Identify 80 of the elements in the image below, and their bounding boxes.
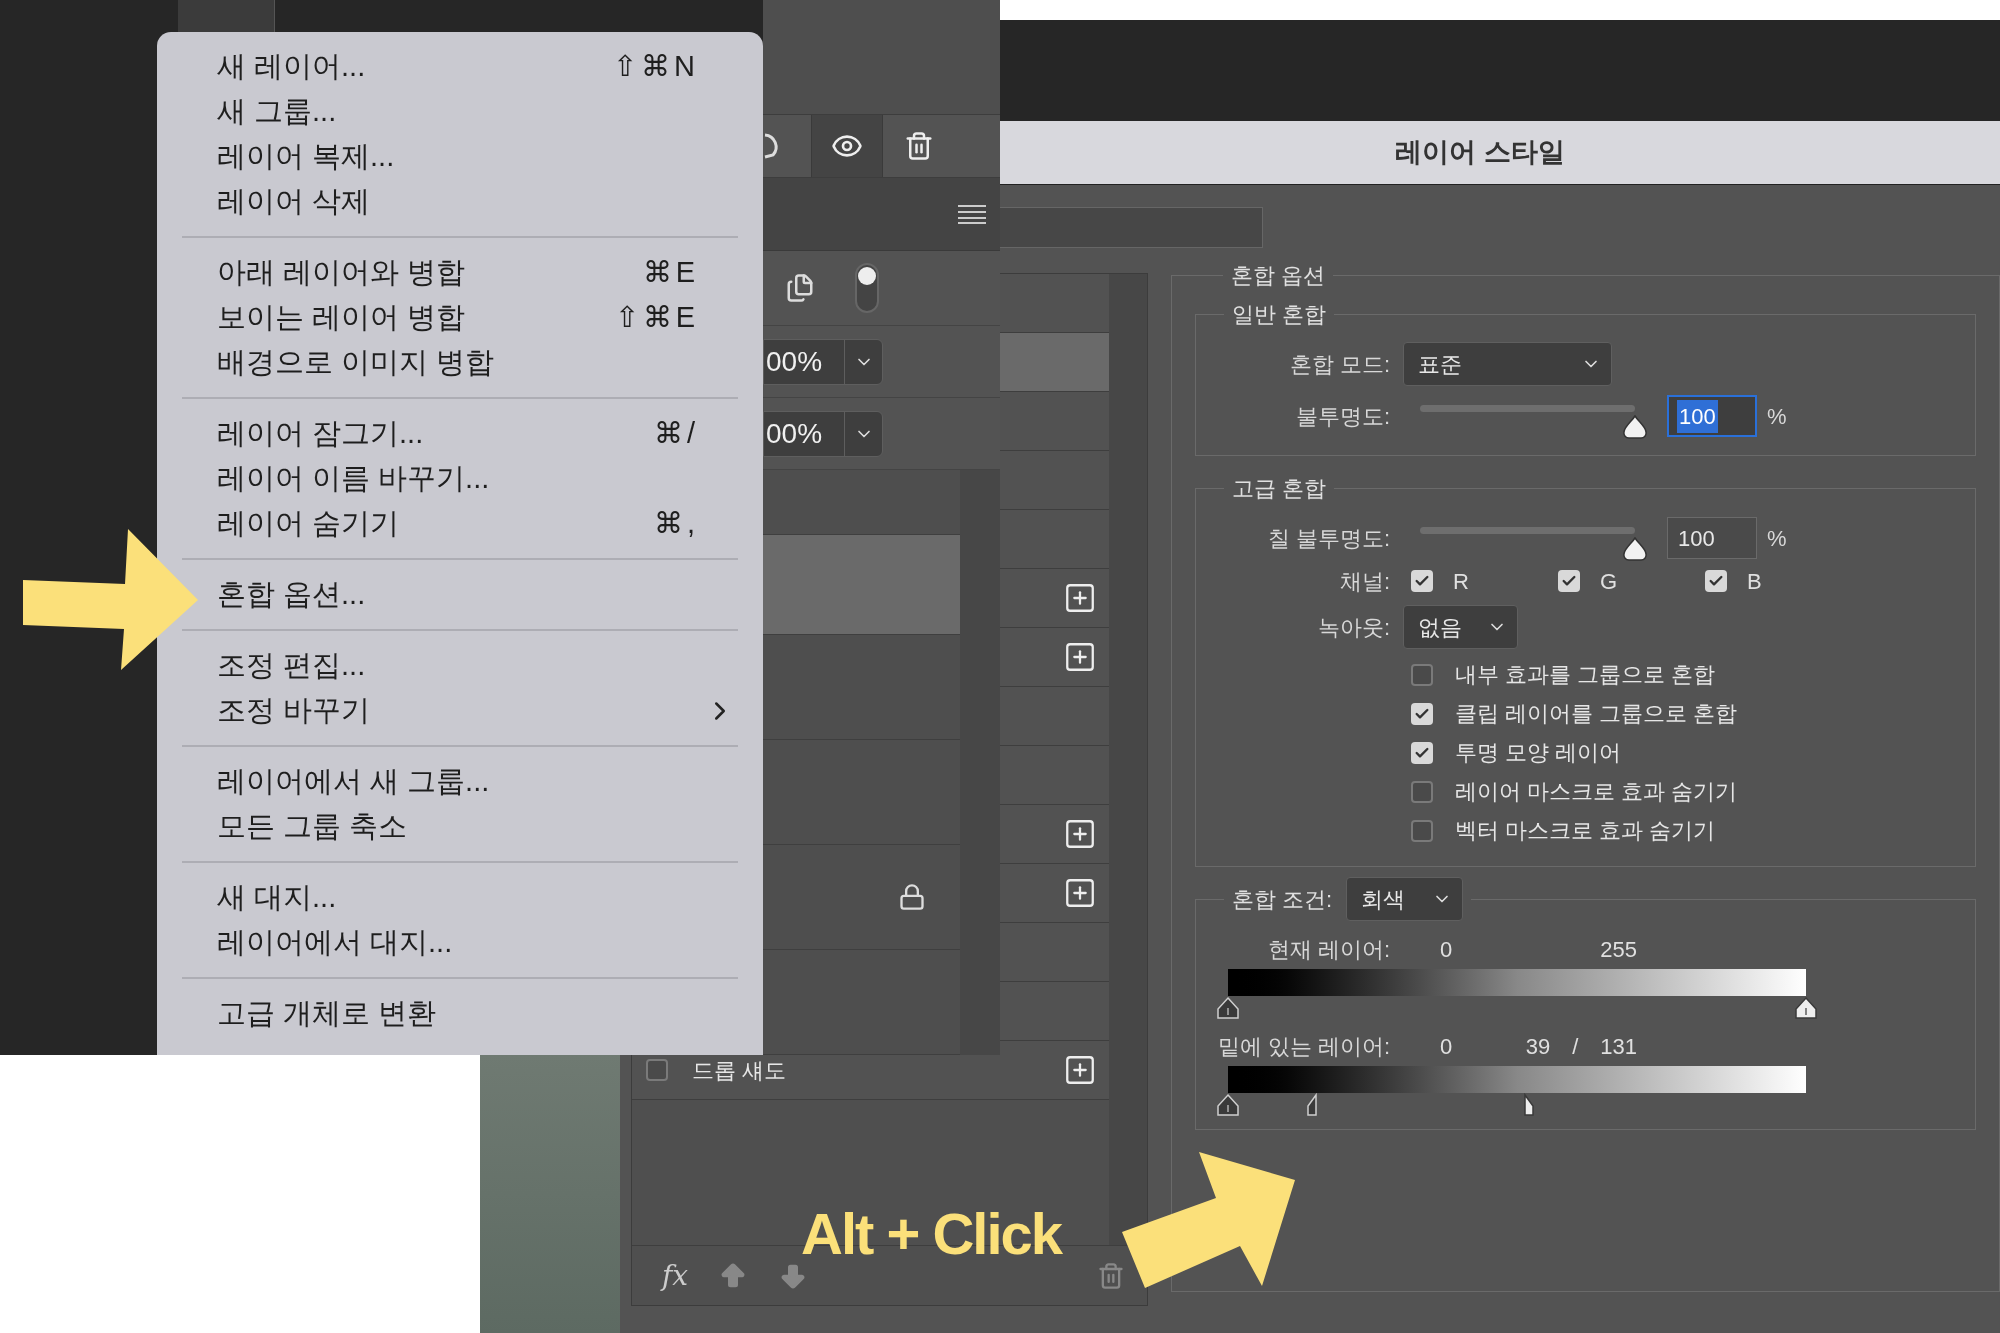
checkbox[interactable] bbox=[1705, 570, 1727, 592]
style-label: 드롭 섀도 bbox=[692, 1056, 787, 1085]
menu-item[interactable]: 모든 그룹 축소 bbox=[157, 804, 763, 849]
menu-item[interactable]: 새 레이어... ⇧⌘N bbox=[157, 44, 763, 89]
field-label: 현재 레이어: bbox=[1266, 935, 1390, 964]
opacity-input[interactable]: 100 bbox=[1667, 517, 1757, 559]
file-icon[interactable] bbox=[785, 272, 815, 303]
eye-button[interactable] bbox=[811, 115, 883, 177]
arrow-icon bbox=[22, 528, 200, 672]
menu-icon[interactable] bbox=[958, 203, 986, 224]
toggle-switch[interactable] bbox=[855, 262, 879, 313]
field-label: 밑에 있는 레이어: bbox=[1216, 1032, 1390, 1061]
option-label: 투명 모양 레이어 bbox=[1455, 739, 1622, 767]
annotation-text: Alt + Click bbox=[801, 1200, 1062, 1268]
shortcut-text: ⌘, bbox=[653, 505, 699, 541]
delete-icon[interactable] bbox=[904, 131, 934, 162]
menu-item[interactable]: 보이는 레이어 병합 ⇧⌘E bbox=[157, 295, 763, 340]
menu-item[interactable]: 조정 편집... bbox=[157, 643, 763, 688]
menu-item[interactable]: 아래 레이어와 병합 ⌘E bbox=[157, 250, 763, 295]
menu-item[interactable]: 레이어에서 대지... bbox=[157, 920, 763, 965]
field-label: 불투명도: bbox=[1294, 402, 1390, 431]
group-title: 혼합 조건: bbox=[1232, 885, 1333, 914]
menu-item[interactable]: 레이어 숨기기 ⌘, bbox=[157, 501, 763, 546]
value-label: / bbox=[1572, 1032, 1579, 1061]
option-label: 레이어 마스크로 효과 숨기기 bbox=[1455, 778, 1738, 806]
checkbox[interactable] bbox=[1411, 819, 1433, 842]
value-label: 131 bbox=[1600, 1032, 1637, 1061]
value-label: 255 bbox=[1600, 935, 1637, 964]
opacity-field[interactable]: 00% bbox=[763, 338, 883, 385]
value-label: 39 bbox=[1525, 1032, 1551, 1061]
value-label: 0 bbox=[1440, 935, 1454, 964]
fx-button[interactable]: fx bbox=[662, 1254, 689, 1297]
field-label: 채널: bbox=[1338, 567, 1390, 596]
group-title: 혼합 옵션 bbox=[1230, 262, 1327, 290]
shortcut-text: ⇧⌘N bbox=[613, 48, 699, 84]
menu-item[interactable]: 레이어 복제... bbox=[157, 134, 763, 179]
value-label: 0 bbox=[1440, 1032, 1454, 1061]
field-label: 칠 불투명도: bbox=[1266, 524, 1390, 553]
checkbox[interactable] bbox=[646, 1059, 668, 1081]
checkbox[interactable] bbox=[1558, 570, 1580, 592]
checkbox[interactable] bbox=[1411, 780, 1433, 803]
option-label: 클립 레이어를 그룹으로 혼합 bbox=[1455, 700, 1738, 728]
shortcut-text: ⌘/ bbox=[653, 415, 699, 451]
option-label: 내부 효과를 그룹으로 혼합 bbox=[1455, 661, 1716, 689]
channel-label: B bbox=[1747, 567, 1762, 596]
channel-label: G bbox=[1600, 567, 1618, 596]
dialog-title: 레이어 스타일 bbox=[1395, 136, 1565, 170]
opacity-input[interactable]: 100 bbox=[1667, 395, 1757, 437]
option-label: 벡터 마스크로 효과 숨기기 bbox=[1455, 817, 1716, 845]
checkbox[interactable] bbox=[1411, 702, 1433, 725]
channel-label: R bbox=[1453, 567, 1469, 596]
shortcut-text: ⇧⌘E bbox=[614, 299, 699, 335]
arrow-icon bbox=[1120, 1150, 1298, 1290]
menu-item[interactable]: 레이어 잠그기... ⌘/ bbox=[157, 411, 763, 456]
menu-item[interactable]: 새 대지... bbox=[157, 875, 763, 920]
checkbox[interactable] bbox=[1411, 663, 1433, 686]
shortcut-text: ⌘E bbox=[642, 254, 699, 290]
menu-item[interactable]: 레이어 삭제 bbox=[157, 179, 763, 224]
checkbox[interactable] bbox=[1411, 570, 1433, 592]
slider-thumb[interactable] bbox=[1622, 536, 1648, 561]
field-label: 녹아웃: bbox=[1316, 613, 1390, 642]
group-title: 고급 혼합 bbox=[1231, 475, 1328, 503]
slider-thumb[interactable] bbox=[1622, 414, 1648, 439]
menu-item[interactable]: 레이어 이름 바꾸기... bbox=[157, 456, 763, 501]
menu-item[interactable]: 레이어에서 새 그룹... bbox=[157, 759, 763, 804]
menu-item[interactable]: 고급 개체로 변환 bbox=[157, 991, 763, 1036]
field-label: 혼합 모드: bbox=[1288, 350, 1390, 379]
unit-label: % bbox=[1767, 402, 1787, 431]
menu-item[interactable]: 조정 바꾸기 bbox=[157, 688, 763, 733]
unit-label: % bbox=[1767, 524, 1787, 553]
checkbox[interactable] bbox=[1411, 741, 1433, 764]
dropdown[interactable]: 표준 bbox=[1403, 342, 1612, 386]
opacity-field[interactable]: 00% bbox=[763, 410, 883, 457]
dropdown[interactable]: 없음 bbox=[1403, 605, 1518, 649]
group-title: 일반 혼합 bbox=[1231, 301, 1328, 329]
menu-item[interactable]: 새 그룹... bbox=[157, 89, 763, 134]
slider-thumb[interactable] bbox=[1794, 996, 1818, 1020]
menu-item[interactable]: 배경으로 이미지 병합 bbox=[157, 340, 763, 385]
dropdown[interactable]: 회색 bbox=[1346, 877, 1464, 921]
lock-icon bbox=[897, 883, 926, 911]
